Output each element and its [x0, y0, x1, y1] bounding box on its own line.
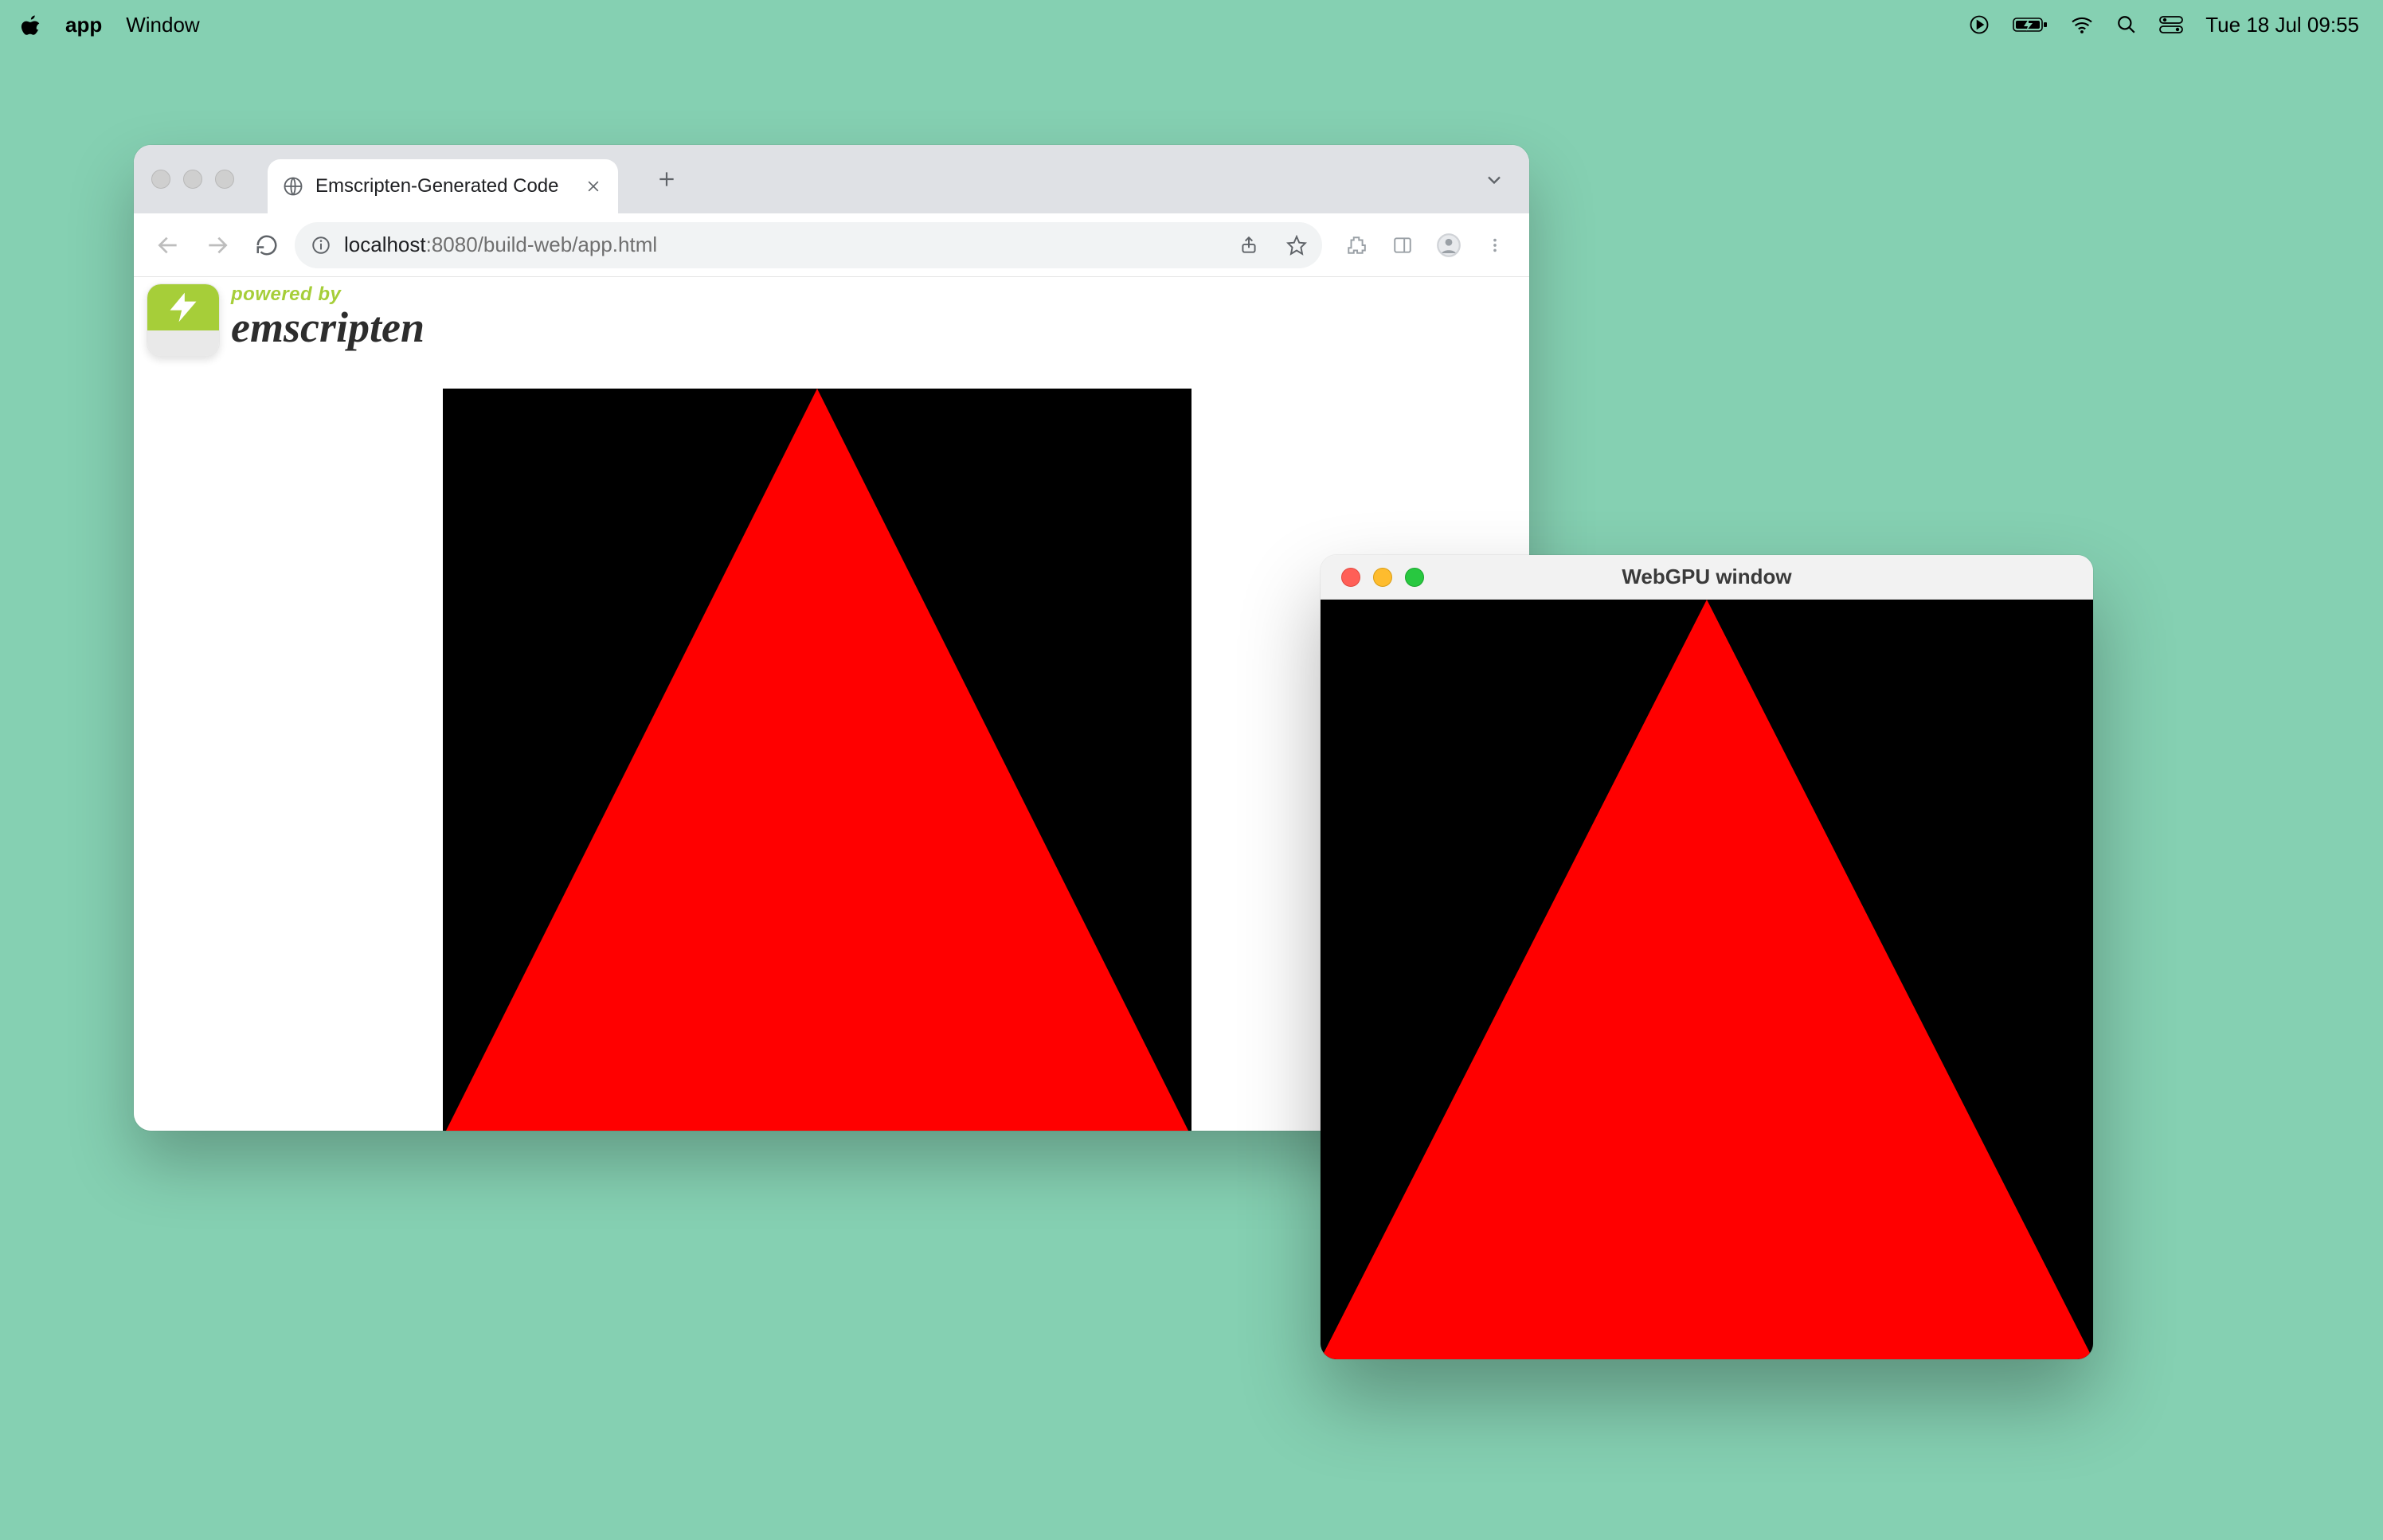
back-button[interactable]: [147, 224, 190, 267]
browser-toolbar: localhost:8080/build-web/app.html: [134, 213, 1529, 277]
apple-icon[interactable]: [21, 14, 41, 35]
sidepanel-icon[interactable]: [1381, 224, 1424, 267]
logo-title: emscripten: [231, 306, 425, 349]
macos-menubar: app Window Tue 18 Jul 09:55: [0, 0, 2383, 49]
forward-button[interactable]: [196, 224, 239, 267]
emscripten-badge-icon: [147, 283, 220, 357]
browser-tab-title: Emscripten-Generated Code: [315, 175, 572, 197]
native-window: WebGPU window: [1321, 555, 2093, 1359]
menubar-menu-window[interactable]: Window: [126, 13, 199, 37]
emscripten-logo-text: powered by emscripten: [231, 283, 425, 349]
logo-subtitle: powered by: [231, 283, 425, 306]
menubar-app-name[interactable]: app: [65, 13, 102, 37]
browser-tabstrip: Emscripten-Generated Code: [134, 145, 1529, 213]
control-center-icon[interactable]: [2159, 15, 2183, 34]
traffic-max-inactive[interactable]: [215, 170, 234, 189]
tab-list-chevron-icon[interactable]: [1483, 169, 1505, 191]
toolbar-right-cluster: [1335, 224, 1516, 267]
wifi-icon[interactable]: [2070, 15, 2094, 34]
emscripten-logo: powered by emscripten: [147, 283, 425, 357]
native-titlebar[interactable]: WebGPU window: [1321, 555, 2093, 600]
battery-icon[interactable]: [2013, 16, 2048, 33]
traffic-close[interactable]: [1341, 568, 1360, 587]
globe-icon: [282, 175, 304, 197]
menubar-clock[interactable]: Tue 18 Jul 09:55: [2205, 13, 2359, 37]
browser-traffic-lights: [151, 170, 256, 189]
kebab-menu-icon[interactable]: [1473, 224, 1516, 267]
url-host: localhost: [344, 233, 426, 256]
share-icon[interactable]: [1233, 229, 1265, 261]
close-tab-icon[interactable]: [583, 176, 604, 197]
extensions-icon[interactable]: [1335, 224, 1378, 267]
new-tab-button[interactable]: [655, 167, 679, 191]
native-traffic-lights: [1321, 568, 1446, 587]
traffic-min-inactive[interactable]: [183, 170, 202, 189]
profile-avatar-icon[interactable]: [1427, 224, 1470, 267]
spotlight-icon[interactable]: [2116, 14, 2137, 35]
url-rest: :8080/build-web/app.html: [426, 233, 658, 256]
traffic-zoom[interactable]: [1405, 568, 1424, 587]
menubar-right: Tue 18 Jul 09:55: [1968, 13, 2359, 37]
url-text: localhost:8080/build-web/app.html: [344, 233, 657, 257]
browser-tab-active[interactable]: Emscripten-Generated Code: [268, 159, 618, 213]
webgpu-canvas-browser[interactable]: [443, 389, 1192, 1131]
traffic-minimize[interactable]: [1373, 568, 1392, 587]
menubar-left: app Window: [21, 13, 200, 37]
screen-record-icon[interactable]: [1968, 14, 1990, 36]
webgpu-canvas-native[interactable]: [1321, 600, 2093, 1359]
traffic-close-inactive[interactable]: [151, 170, 170, 189]
bookmark-star-icon[interactable]: [1281, 229, 1313, 261]
site-info-icon[interactable]: [309, 233, 333, 257]
reload-button[interactable]: [245, 224, 288, 267]
address-bar[interactable]: localhost:8080/build-web/app.html: [295, 222, 1322, 268]
